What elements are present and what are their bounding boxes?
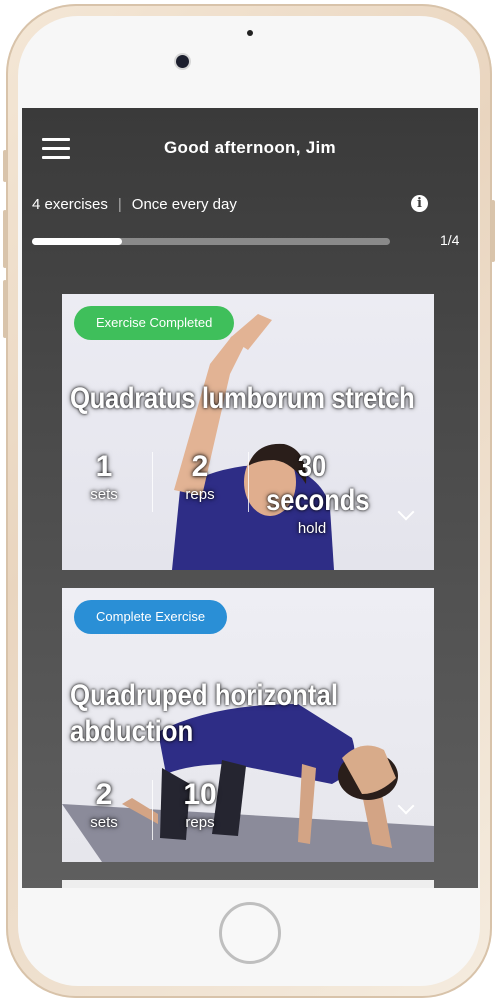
program-summary: 4 exercises | Once every day bbox=[32, 196, 237, 213]
sets-label: sets bbox=[90, 814, 118, 831]
home-button[interactable] bbox=[219, 902, 281, 964]
hold-label: hold bbox=[297, 520, 327, 537]
sets-label: sets bbox=[90, 486, 118, 503]
sets-value: 2 bbox=[95, 778, 113, 811]
progress-count: 1/4 bbox=[440, 232, 460, 248]
reps-label: reps bbox=[185, 814, 215, 831]
stat-divider bbox=[248, 452, 249, 512]
complete-exercise-button[interactable]: Complete Exercise bbox=[74, 600, 228, 634]
exercise-completed-badge[interactable]: Exercise Completed bbox=[74, 306, 235, 340]
exercise-card[interactable]: Exercise Completed Quadratus lumborum st… bbox=[62, 294, 434, 570]
info-icon[interactable]: i bbox=[411, 195, 428, 212]
greeting-title: Good afternoon, Jim bbox=[164, 138, 336, 157]
sets-stat: 1 sets bbox=[84, 450, 124, 503]
exercise-card[interactable] bbox=[62, 880, 434, 888]
exercise-title: Quadruped horizontal abduction bbox=[70, 679, 339, 748]
sets-value: 1 bbox=[95, 450, 113, 483]
front-camera bbox=[176, 55, 189, 68]
power-button bbox=[491, 200, 495, 262]
hold-stat: 30 seconds hold bbox=[258, 450, 370, 537]
exercise-title: Quadratus lumborum stretch bbox=[70, 382, 415, 415]
volume-up-button bbox=[3, 210, 7, 268]
frequency-label: Once every day bbox=[131, 196, 237, 213]
stat-divider bbox=[152, 780, 153, 840]
reps-label: reps bbox=[185, 486, 215, 503]
top-bar: Good afternoon, Jim bbox=[22, 108, 478, 188]
exercise-count: 4 exercises bbox=[32, 196, 108, 213]
reps-value: 10 bbox=[183, 778, 217, 811]
app-screen: Good afternoon, Jim 4 exercises | Once e… bbox=[22, 108, 478, 888]
reps-stat: 10 reps bbox=[176, 778, 224, 831]
exercise-card[interactable]: Complete Exercise Quadruped horizontal a… bbox=[62, 588, 434, 862]
volume-down-button bbox=[3, 280, 7, 338]
front-sensor bbox=[247, 30, 253, 36]
stat-divider bbox=[152, 452, 153, 512]
mute-switch bbox=[3, 150, 7, 182]
progress-bar-fill bbox=[32, 238, 122, 245]
sets-stat: 2 sets bbox=[84, 778, 124, 831]
reps-value: 2 bbox=[191, 450, 209, 483]
summary-divider: | bbox=[117, 196, 122, 213]
reps-stat: 2 reps bbox=[180, 450, 220, 503]
hold-value: 30 seconds bbox=[266, 450, 370, 517]
progress-bar bbox=[32, 238, 390, 245]
